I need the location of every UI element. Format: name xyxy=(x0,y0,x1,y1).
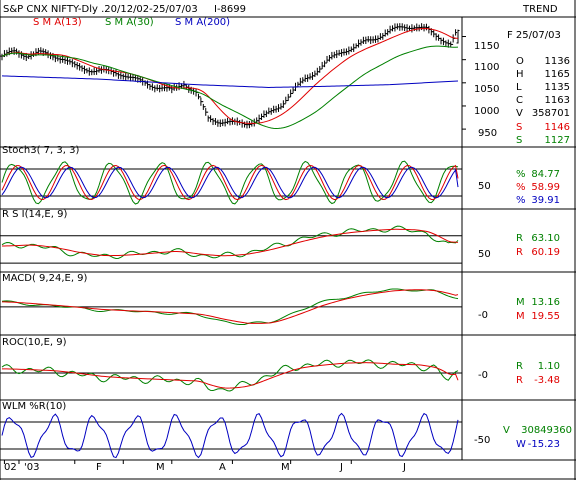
readout-close-key: C xyxy=(516,95,523,106)
readout-sma30-value: 1127 xyxy=(545,135,570,146)
x-axis-label: M xyxy=(156,462,165,473)
macd-value: 13.16 xyxy=(531,297,560,308)
macd-key: M xyxy=(516,297,525,308)
stoch-d-value: 58.99 xyxy=(531,182,560,193)
rsi-tick-label: 50 xyxy=(478,249,491,260)
rsi-signal-value: 60.19 xyxy=(531,247,560,258)
wlm-title: WLM %R(10) xyxy=(2,401,66,412)
readout-high-value: 1165 xyxy=(545,69,570,80)
rsi-value: 63.10 xyxy=(531,233,560,244)
roc-tick-label: -0 xyxy=(478,370,488,381)
stoch-tick-label: 50 xyxy=(478,181,491,192)
readout-date: F 25/07/03 xyxy=(507,30,561,41)
readout-close-value: 1163 xyxy=(545,95,570,106)
readout-low-value: 1135 xyxy=(545,82,570,93)
chart-title: S&P CNX NIFTY-Dly .20/12/02-25/07/03 xyxy=(3,4,198,15)
price-tick-label: 1150 xyxy=(474,41,499,52)
price-tick-label: 950 xyxy=(478,128,497,139)
chart-root: S&P CNX NIFTY-Dly .20/12/02-25/07/03 I-8… xyxy=(0,0,576,480)
roc-signal-key: R xyxy=(516,375,523,386)
roc-title: ROC(10,E, 9) xyxy=(2,337,67,348)
legend-sma30: S M A(30) xyxy=(105,17,154,28)
stoch-k-value: 84.77 xyxy=(531,169,560,180)
readout-low-key: L xyxy=(516,82,522,93)
readout-open-key: O xyxy=(516,56,524,67)
rsi-signal-key: R xyxy=(516,247,523,258)
stoch-d-key: % xyxy=(516,182,526,193)
wlm-volume-key: V xyxy=(503,425,510,436)
readout-sma13-key: S xyxy=(516,122,522,133)
readout-open-value: 1136 xyxy=(545,56,570,67)
sma200-line xyxy=(1,75,459,88)
roc-key: R xyxy=(516,361,523,372)
readout-sma30-key: S xyxy=(516,135,522,146)
x-axis-label: F xyxy=(96,462,102,473)
readout-high-key: H xyxy=(516,69,524,80)
stoch-slow-key: % xyxy=(516,195,526,206)
wlm-pr-value: -15.23 xyxy=(528,439,560,450)
readout-volume-value: 358701 xyxy=(532,108,570,119)
legend-sma200: S M A(200) xyxy=(175,17,230,28)
macd-signal-key: M xyxy=(516,311,525,322)
stoch-slow-value: 39.91 xyxy=(531,195,560,206)
legend-sma13: S M A(13) xyxy=(33,17,82,28)
x-axis-label: 02 xyxy=(4,462,17,473)
readout-sma13-value: 1146 xyxy=(545,122,570,133)
x-axis-label: J xyxy=(339,462,343,473)
rsi-title: R S I(14,E, 9) xyxy=(2,209,67,220)
roc-value: 1.10 xyxy=(538,361,560,372)
rsi-line xyxy=(1,225,459,260)
x-axis-label: M xyxy=(281,462,290,473)
macd-signal-value: 19.55 xyxy=(531,311,560,322)
roc-signal-line xyxy=(1,362,459,389)
macd-tick-label: -0 xyxy=(478,310,488,321)
sma30-line xyxy=(1,45,459,129)
rsi-signal-line xyxy=(1,228,459,257)
roc-line xyxy=(1,359,459,392)
wlm-line xyxy=(1,412,459,459)
x-axis-label: J xyxy=(402,462,406,473)
price-tick-label: 1050 xyxy=(474,84,499,95)
trend-label: TREND xyxy=(522,4,558,15)
wlm-tick-label: -50 xyxy=(474,435,490,446)
readout-volume-key: V xyxy=(516,108,523,119)
wlm-volume-value: 30849360 xyxy=(521,425,572,436)
chart-code: I-8699 xyxy=(214,4,246,15)
x-axis-label: A xyxy=(219,462,226,473)
technical-chart: S&P CNX NIFTY-Dly .20/12/02-25/07/03 I-8… xyxy=(0,0,576,480)
price-tick-label: 1000 xyxy=(474,106,499,117)
x-axis-label: '03 xyxy=(24,462,39,473)
price-tick-label: 1100 xyxy=(474,62,499,73)
stoch-k-key: % xyxy=(516,169,526,180)
roc-signal-value: -3.48 xyxy=(534,375,560,386)
rsi-key: R xyxy=(516,233,523,244)
wlm-pr-key: W xyxy=(516,439,526,450)
macd-title: MACD( 9,24,E, 9) xyxy=(2,273,88,284)
